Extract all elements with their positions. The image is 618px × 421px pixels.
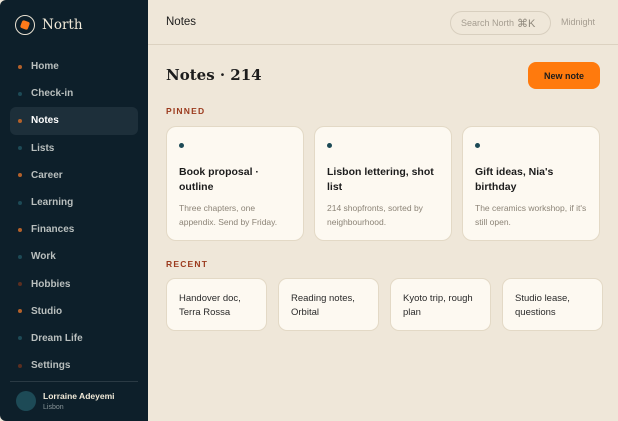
sidebar-item-work[interactable]: Work <box>10 243 138 270</box>
nav-dot-icon <box>18 146 22 151</box>
recent-note-card[interactable]: Reading notes, Orbital <box>278 278 379 331</box>
sidebar-divider <box>10 381 138 382</box>
brand[interactable]: North <box>0 0 148 50</box>
nav-dot-icon <box>18 254 22 259</box>
note-title: Reading notes, Orbital <box>291 293 355 318</box>
recent-note-card[interactable]: Kyoto trip, rough plan <box>390 278 491 331</box>
sidebar-item-dream-life[interactable]: Dream Life <box>10 325 138 352</box>
theme-toggle[interactable]: Midnight <box>561 17 595 27</box>
sidebar-item-settings[interactable]: Settings <box>10 352 138 379</box>
note-preview: 214 shopfronts, sorted by neighbourhood. <box>327 203 423 227</box>
sidebar-item-learning[interactable]: Learning <box>10 189 138 216</box>
nav-dot-icon <box>18 336 22 341</box>
sidebar-item-home[interactable]: Home <box>10 53 138 80</box>
pinned-section-label: PINNED <box>166 106 206 116</box>
note-title: Studio lease, questions <box>515 293 570 318</box>
new-note-button[interactable]: New note <box>528 62 600 89</box>
shortcut-hint: ⌘K <box>517 17 536 30</box>
sidebar-item-label: Settings <box>31 360 71 372</box>
sidebar-item-check-in[interactable]: Check-in <box>10 80 138 107</box>
sidebar-item-finances[interactable]: Finances <box>10 216 138 243</box>
pinned-notes: Book proposal · outline Three chapters, … <box>166 126 600 241</box>
sidebar-item-label: Work <box>31 251 56 263</box>
nav-dot-icon <box>18 309 22 314</box>
note-title: Lisbon lettering, shot list <box>327 166 434 193</box>
nav-dot-icon <box>18 173 22 178</box>
sidebar-item-label: Lists <box>31 142 55 154</box>
pinned-note-card[interactable]: Gift ideas, Nia's birthday The ceramics … <box>462 126 600 241</box>
pinned-note-card[interactable]: Book proposal · outline Three chapters, … <box>166 126 304 241</box>
sidebar-nav: Home Check-in Notes Lists Career Learnin… <box>10 53 138 379</box>
sidebar-item-lists[interactable]: Lists <box>10 135 138 162</box>
search-input[interactable]: Search North ⌘K <box>450 11 551 35</box>
sidebar-item-label: Hobbies <box>31 278 71 290</box>
pin-dot-icon <box>179 143 184 148</box>
nav-dot-icon <box>18 282 22 287</box>
sidebar-item-label: Home <box>31 61 59 73</box>
user-profile[interactable]: Lorraine Adeyemi Lisbon <box>16 391 115 411</box>
note-title: Book proposal · outline <box>179 166 259 193</box>
nav-dot-icon <box>18 227 22 232</box>
sidebar-item-label: Career <box>31 169 63 181</box>
recent-note-card[interactable]: Studio lease, questions <box>502 278 603 331</box>
north-logo-icon <box>15 15 35 35</box>
user-location: Lisbon <box>43 404 64 411</box>
user-name: Lorraine Adeyemi <box>43 391 115 401</box>
app-window: North Home Check-in Notes Lists Career L… <box>0 0 618 421</box>
page-title: Notes <box>166 16 197 28</box>
note-title: Kyoto trip, rough plan <box>403 293 473 318</box>
main-content: Notes Search North ⌘K Midnight Notes · 2… <box>148 0 618 421</box>
avatar <box>16 391 36 411</box>
search-placeholder: Search North <box>461 18 515 28</box>
pinned-note-card[interactable]: Lisbon lettering, shot list 214 shopfron… <box>314 126 452 241</box>
pin-dot-icon <box>327 143 332 148</box>
pin-dot-icon <box>475 143 480 148</box>
sidebar-item-career[interactable]: Career <box>10 162 138 189</box>
notes-heading: Notes · 214 <box>166 66 262 84</box>
sidebar-item-label: Studio <box>31 305 63 317</box>
recent-section-label: RECENT <box>166 259 209 269</box>
brand-name: North <box>42 17 83 33</box>
note-preview: The ceramics workshop, if it's still ope… <box>475 203 587 227</box>
recent-notes: Handover doc, Terra Rossa Reading notes,… <box>166 278 603 331</box>
sidebar-item-studio[interactable]: Studio <box>10 298 138 325</box>
sidebar-item-notes[interactable]: Notes <box>10 107 138 135</box>
note-title: Gift ideas, Nia's birthday <box>475 166 554 193</box>
note-preview: Three chapters, one appendix. Send by Fr… <box>179 203 278 227</box>
sidebar-item-hobbies[interactable]: Hobbies <box>10 271 138 298</box>
sidebar-item-label: Dream Life <box>31 332 83 344</box>
sidebar-item-label: Check-in <box>31 88 74 100</box>
user-text: Lorraine Adeyemi Lisbon <box>43 391 115 411</box>
nav-dot-icon <box>18 200 22 205</box>
topbar: Notes Search North ⌘K Midnight <box>148 0 618 45</box>
nav-dot-icon <box>18 91 22 96</box>
sidebar-item-label: Finances <box>31 224 75 236</box>
sidebar: North Home Check-in Notes Lists Career L… <box>0 0 148 421</box>
nav-dot-icon <box>18 118 22 123</box>
sidebar-item-label: Notes <box>31 115 59 127</box>
recent-note-card[interactable]: Handover doc, Terra Rossa <box>166 278 267 331</box>
sidebar-item-label: Learning <box>31 197 74 209</box>
nav-dot-icon <box>18 64 22 69</box>
note-title: Handover doc, Terra Rossa <box>179 293 241 318</box>
nav-dot-icon <box>18 363 22 368</box>
